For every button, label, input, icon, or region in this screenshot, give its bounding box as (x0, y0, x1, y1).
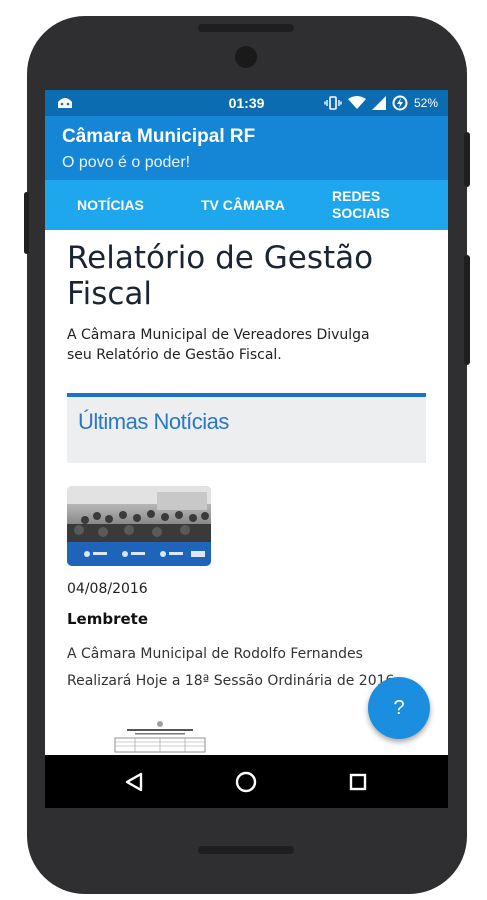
news-photo (67, 486, 211, 542)
nav-home-button[interactable] (231, 767, 261, 797)
latest-news-header: Últimas Notícias (67, 393, 426, 463)
tab-redes-sociais[interactable]: REDES SOCIAIS (332, 180, 402, 230)
tab-redes-sociais-line2: SOCIAIS (332, 205, 390, 221)
news-banner (67, 542, 211, 566)
page-title-line2: Fiscal (67, 276, 152, 312)
power-button (464, 132, 470, 187)
news-summary: A Câmara Municipal de Rodolfo Fernandes … (67, 641, 407, 695)
vibrate-icon (324, 96, 342, 110)
content-scroll[interactable]: Relatório de Gestão Fiscal A Câmara Muni… (45, 230, 448, 755)
tab-tv-camara[interactable]: TV CÂMARA (201, 180, 285, 230)
status-bar: 01:39 52% (45, 90, 448, 116)
page-description: A Câmara Municipal de Vereadores Divulga… (67, 325, 427, 365)
front-camera (235, 46, 257, 68)
app-subtitle: O povo é o poder! (62, 154, 191, 171)
battery-charging-icon (392, 95, 408, 111)
back-triangle-icon (125, 772, 143, 792)
signal-icon (371, 96, 386, 110)
status-icons: 52% (324, 95, 438, 111)
news-summary-line2: Realizará Hoje a 18ª Sessão Ordinária de… (67, 673, 395, 689)
battery-percent: 52% (413, 96, 438, 110)
help-fab-button[interactable]: ? (368, 677, 430, 739)
recents-square-icon (349, 773, 367, 791)
news-title[interactable]: Lembrete (67, 610, 148, 628)
banner-logos-image (84, 551, 205, 557)
wifi-icon (347, 96, 366, 109)
document-thumbnail[interactable] (105, 718, 215, 755)
earpiece-speaker (198, 24, 294, 32)
app-title: Câmara Municipal RF (62, 126, 256, 147)
tab-redes-sociais-line1: REDES (332, 188, 381, 204)
nav-recents-button[interactable] (343, 767, 373, 797)
page-description-line1: A Câmara Municipal de Vereadores Divulga (67, 327, 370, 343)
screen: 01:39 52% Câmara Municipal RF O povo é o… (45, 90, 448, 808)
page-title: Relatório de Gestão Fiscal (67, 240, 437, 312)
home-circle-icon (235, 771, 257, 793)
system-nav-bar (45, 755, 448, 808)
tab-noticias[interactable]: NOTÍCIAS (77, 180, 144, 230)
audience-photo-image (67, 486, 211, 542)
bottom-speaker (198, 846, 294, 854)
tab-bar: NOTÍCIAS TV CÂMARA REDES SOCIAIS (45, 180, 448, 230)
app-bar: Câmara Municipal RF O povo é o poder! (45, 116, 448, 180)
news-thumbnail[interactable] (67, 486, 211, 566)
nav-back-button[interactable] (119, 767, 149, 797)
volume-button (464, 255, 470, 365)
latest-news-title: Últimas Notícias (78, 409, 229, 434)
page-title-line1: Relatório de Gestão (67, 240, 374, 276)
page-description-line2: seu Relatório de Gestão Fiscal. (67, 347, 282, 363)
help-question-icon: ? (393, 696, 405, 719)
news-summary-line1: A Câmara Municipal de Rodolfo Fernandes (67, 646, 363, 662)
news-date: 04/08/2016 (67, 581, 148, 597)
side-button (24, 192, 29, 254)
